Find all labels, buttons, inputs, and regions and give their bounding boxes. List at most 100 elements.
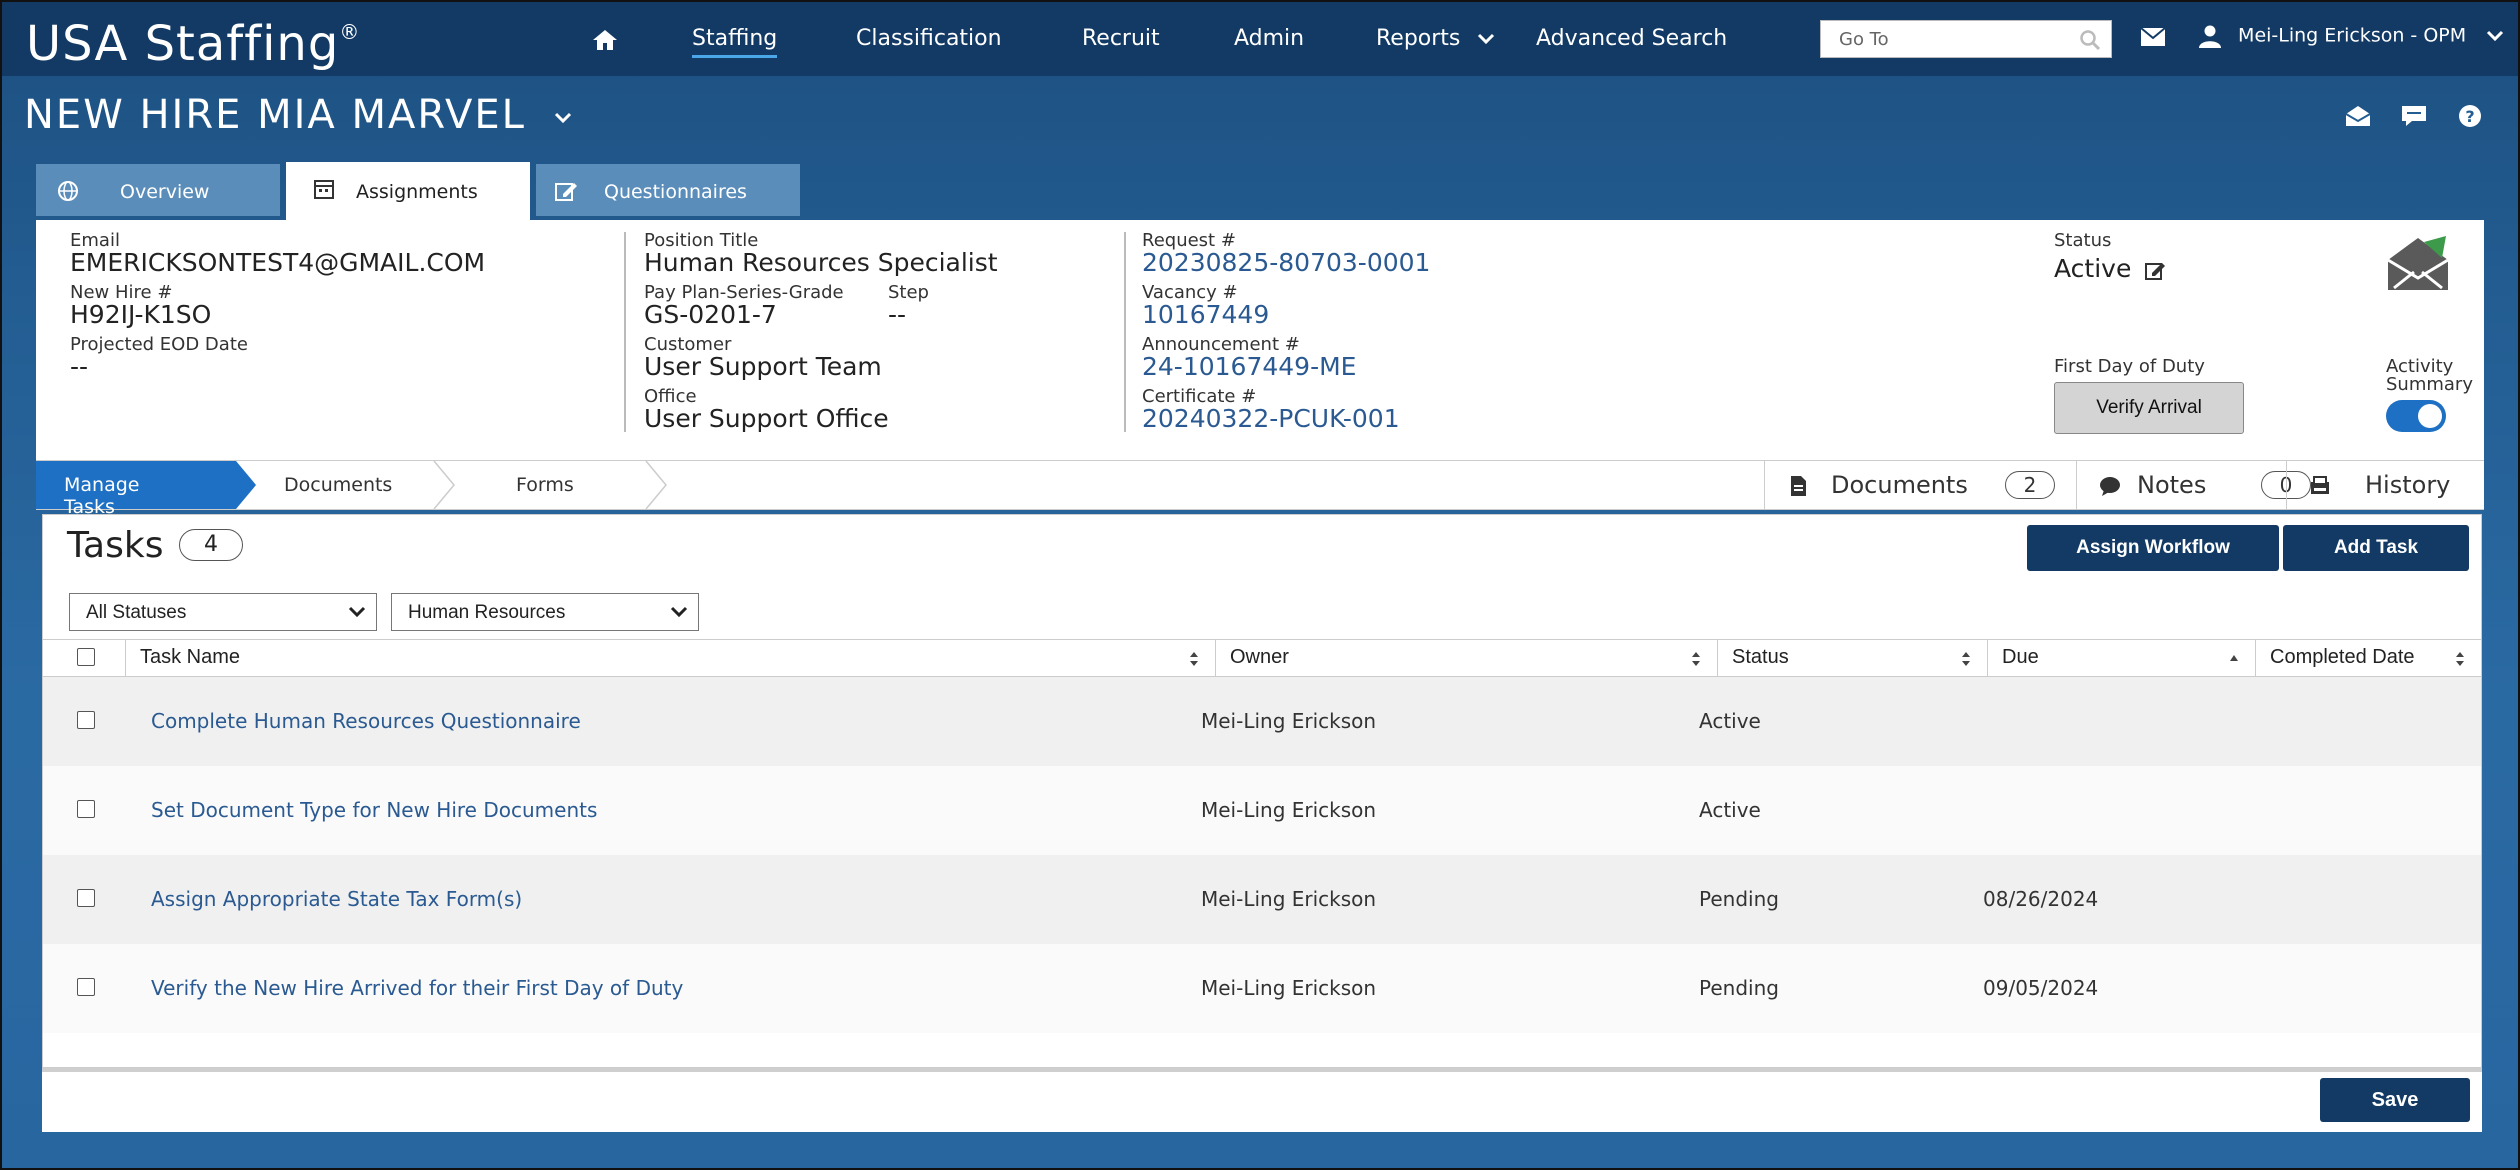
- group-filter-value: Human Resources: [408, 602, 566, 623]
- chevron-down-icon[interactable]: [554, 112, 572, 124]
- sub-navigation: Manage Tasks Documents Forms Documents 2…: [36, 460, 2484, 518]
- chat-icon[interactable]: [2400, 104, 2428, 128]
- page-title: NEW HIRE MIA MARVEL: [24, 92, 526, 138]
- row-checkbox[interactable]: [77, 800, 95, 818]
- user-menu[interactable]: Mei-Ling Erickson - OPM: [2198, 24, 2504, 48]
- tab-questionnaires-label: Questionnaires: [604, 181, 747, 203]
- col-task-name[interactable]: Task Name: [125, 640, 1215, 676]
- status-label: Status: [2054, 230, 2112, 251]
- nav-reports-label: Reports: [1376, 26, 1461, 51]
- task-name-link[interactable]: Assign Appropriate State Tax Form(s): [151, 887, 522, 911]
- col-task-name-label: Task Name: [140, 646, 241, 668]
- col-completed-label: Completed Date: [2270, 646, 2415, 668]
- add-task-button[interactable]: Add Task: [2283, 525, 2469, 571]
- nav-recruit[interactable]: Recruit: [1082, 26, 1160, 51]
- row-checkbox[interactable]: [77, 711, 95, 729]
- calendar-icon: [314, 180, 334, 199]
- new-hire-value: H92IJ-K1SO: [70, 300, 212, 329]
- nav-classification[interactable]: Classification: [856, 26, 1002, 51]
- edit-icon: [555, 183, 577, 201]
- request-link[interactable]: 20230825-80703-0001: [1142, 248, 1430, 277]
- step-forms-label: Forms: [516, 474, 574, 496]
- eod-value: --: [70, 352, 89, 381]
- row-checkbox[interactable]: [77, 889, 95, 907]
- sort-icon: [1692, 652, 1700, 666]
- nav-reports[interactable]: Reports: [1376, 26, 1495, 51]
- nav-staffing[interactable]: Staffing: [692, 26, 778, 58]
- table-row: Assign Appropriate State Tax Form(s) Mei…: [43, 855, 2481, 944]
- task-status: Active: [1699, 709, 1761, 733]
- group-filter-select[interactable]: Human Resources: [391, 593, 699, 631]
- tasks-title: Tasks: [67, 525, 164, 566]
- save-button[interactable]: Save: [2320, 1078, 2470, 1122]
- task-name-link[interactable]: Complete Human Resources Questionnaire: [151, 709, 581, 733]
- status-value: Active: [2054, 254, 2132, 283]
- documents-tab[interactable]: Documents 2: [1764, 461, 2076, 509]
- documents-tab-label: Documents: [1831, 471, 1968, 499]
- announcement-link[interactable]: 24-10167449-ME: [1142, 352, 1356, 381]
- tab-overview[interactable]: Overview: [36, 164, 280, 216]
- nav-admin[interactable]: Admin: [1234, 26, 1304, 51]
- task-owner: Mei-Ling Erickson: [1201, 887, 1377, 911]
- globe-icon: [58, 181, 78, 201]
- tasks-count: 4: [179, 529, 243, 561]
- task-name-link[interactable]: Set Document Type for New Hire Documents: [151, 798, 597, 822]
- chevron-down-icon: [348, 606, 366, 618]
- task-due: 08/26/2024: [1983, 887, 2099, 911]
- tab-questionnaires[interactable]: Questionnaires: [536, 164, 800, 216]
- tab-assignments[interactable]: Assignments: [286, 162, 530, 220]
- sort-icon: [2456, 652, 2464, 666]
- task-name-link[interactable]: Verify the New Hire Arrived for their Fi…: [151, 976, 683, 1000]
- vacancy-link[interactable]: 10167449: [1142, 300, 1269, 329]
- tasks-panel: Tasks 4 Assign Workflow Add Task All Sta…: [42, 514, 2482, 1068]
- footer-bar: [42, 1068, 2482, 1132]
- edit-icon[interactable]: [2144, 260, 2166, 282]
- certificate-link[interactable]: 20240322-PCUK-001: [1142, 404, 1400, 433]
- sort-asc-icon: [2230, 655, 2238, 661]
- history-tab[interactable]: History: [2286, 461, 2484, 509]
- comment-icon: [2100, 477, 2120, 496]
- envelope-open-icon[interactable]: [2344, 104, 2372, 128]
- tab-overview-label: Overview: [120, 181, 210, 203]
- ppsg-value: GS-0201-7: [644, 300, 777, 329]
- email-value: EMERICKSONTEST4@GMAIL.COM: [70, 248, 486, 277]
- home-icon[interactable]: [592, 28, 618, 52]
- goto-input[interactable]: Go To: [1820, 20, 2112, 58]
- verify-arrival-button[interactable]: Verify Arrival: [2054, 382, 2244, 434]
- status-filter-select[interactable]: All Statuses: [69, 593, 377, 631]
- col-owner[interactable]: Owner: [1215, 640, 1717, 676]
- fdod-label: First Day of Duty: [2054, 356, 2205, 377]
- activity-summary-toggle[interactable]: [2386, 400, 2446, 432]
- col-due-label: Due: [2002, 646, 2039, 668]
- step-manage-tasks-label: Manage Tasks: [64, 474, 140, 518]
- mail-icon[interactable]: [2140, 27, 2166, 47]
- col-completed-date[interactable]: Completed Date: [2255, 640, 2481, 676]
- task-status: Active: [1699, 798, 1761, 822]
- col-due[interactable]: Due: [1987, 640, 2255, 676]
- assign-workflow-button[interactable]: Assign Workflow: [2027, 525, 2279, 571]
- task-owner: Mei-Ling Erickson: [1201, 709, 1377, 733]
- history-icon: [2311, 476, 2329, 494]
- notes-tab-label: Notes: [2137, 471, 2207, 499]
- office-value: User Support Office: [644, 404, 889, 433]
- user-icon: [2199, 25, 2221, 48]
- row-checkbox[interactable]: [77, 978, 95, 996]
- table-row: Complete Human Resources Questionnaire M…: [43, 677, 2481, 766]
- position-value: Human Resources Specialist: [644, 248, 998, 277]
- toggle-knob: [2418, 404, 2442, 428]
- col-status[interactable]: Status: [1717, 640, 1987, 676]
- step-documents-label: Documents: [284, 474, 393, 496]
- chevron-down-icon: [1478, 33, 1495, 45]
- select-all-checkbox[interactable]: [77, 648, 95, 666]
- user-name: Mei-Ling Erickson - OPM: [2238, 24, 2467, 47]
- search-icon[interactable]: [2079, 29, 2101, 51]
- brand-logo[interactable]: USA Staffing®: [26, 16, 360, 72]
- help-icon[interactable]: ?: [2458, 104, 2486, 128]
- col-owner-label: Owner: [1230, 646, 1289, 668]
- app-frame: USA Staffing® Staffing Classification Re…: [0, 0, 2520, 1170]
- nav-advanced-search[interactable]: Advanced Search: [1536, 26, 1727, 51]
- sort-icon: [1190, 652, 1198, 666]
- svg-text:?: ?: [2465, 107, 2474, 126]
- top-nav: USA Staffing® Staffing Classification Re…: [2, 2, 2518, 76]
- table-row: Set Document Type for New Hire Documents…: [43, 766, 2481, 855]
